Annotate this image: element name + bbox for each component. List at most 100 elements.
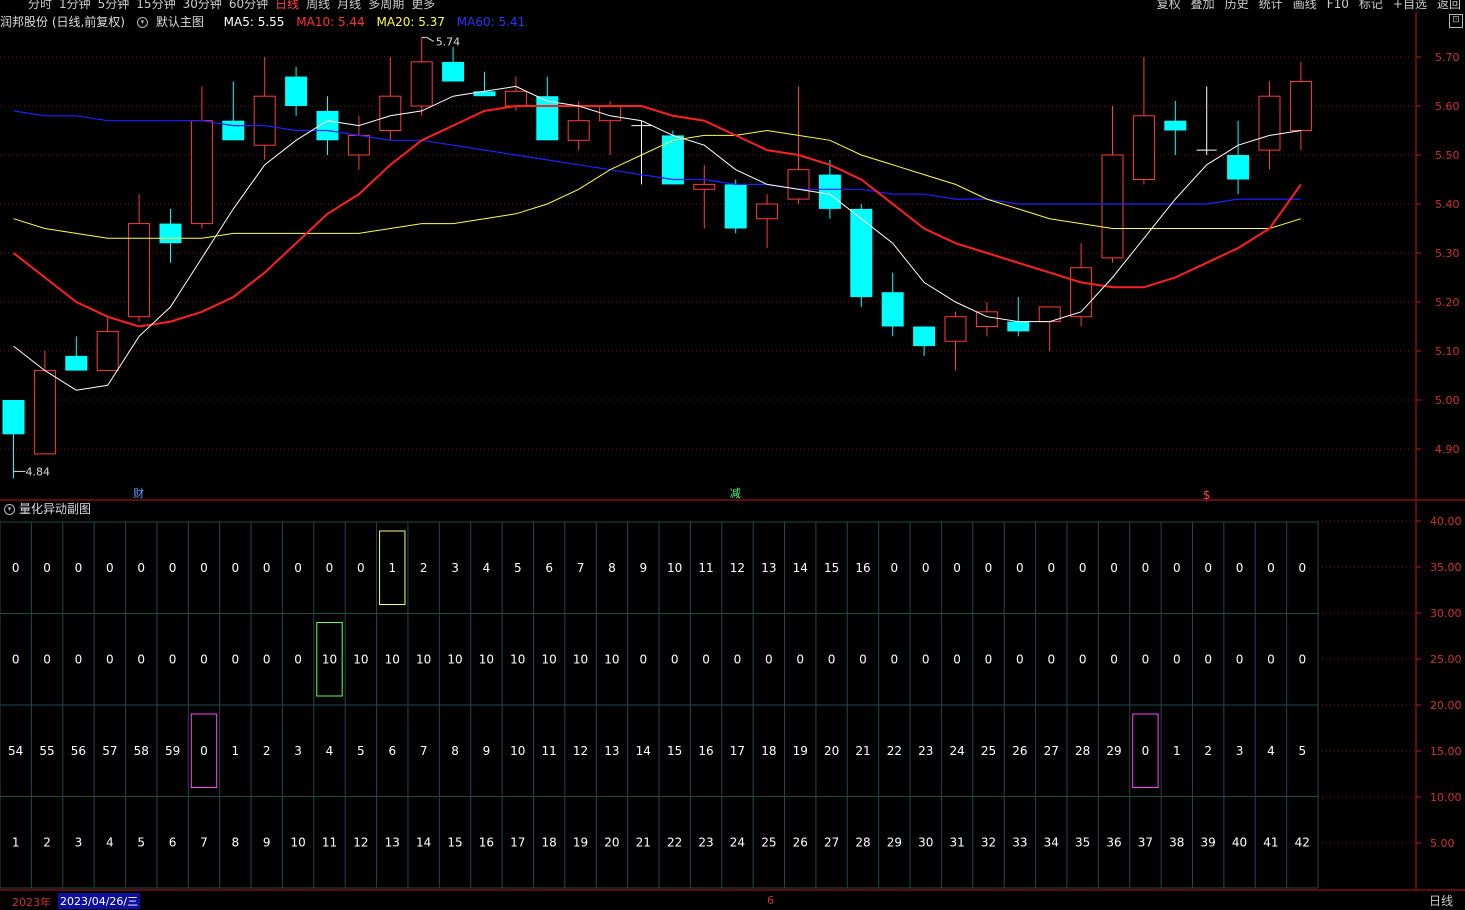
candle-body-up xyxy=(128,223,151,318)
table-cell-value: 28 xyxy=(1075,744,1090,758)
period-tab-9[interactable]: 多周期 xyxy=(368,0,404,10)
table-cell-value: 0 xyxy=(985,652,993,666)
period-tab-6[interactable]: 日线 xyxy=(275,0,299,10)
sub-tick-label: 30.00 xyxy=(1430,607,1462,620)
table-cell-value: 0 xyxy=(200,561,208,575)
table-cell-value: 2 xyxy=(1204,744,1212,758)
top-toolbar: 分时 1分钟 5分钟 15分钟 30分钟 60分钟 日线 周线 月线 多周期 更多 复权 叠加 历史 统计… xyxy=(0,0,1465,10)
table-cell-value: 16 xyxy=(479,835,494,849)
table-cell-value: 0 xyxy=(1204,652,1212,666)
candle-body-up xyxy=(693,183,716,190)
table-cell-value: 6 xyxy=(545,561,553,575)
toolbar-button-1[interactable]: 叠加 xyxy=(1191,0,1215,10)
table-cell-value: 0 xyxy=(891,561,899,575)
toolbar-button-7[interactable]: +自选 xyxy=(1393,0,1427,10)
table-cell-value: 3 xyxy=(294,744,302,758)
table-cell-value: 0 xyxy=(922,561,930,575)
table-cell-value: 35 xyxy=(1075,835,1090,849)
price-tick-label: 5.00 xyxy=(1435,394,1460,407)
table-cell-value: 1 xyxy=(232,744,240,758)
candle-body-down xyxy=(536,96,559,141)
candle-body-up xyxy=(410,61,433,107)
table-cell-value: 0 xyxy=(953,561,961,575)
table-cell-value: 0 xyxy=(43,561,51,575)
table-cell-value: 27 xyxy=(824,835,839,849)
table-cell-value: 0 xyxy=(106,652,114,666)
expand-icon[interactable]: ⊡ xyxy=(1449,14,1463,28)
table-cell-value: 14 xyxy=(416,835,431,849)
candle-body-down xyxy=(661,135,684,185)
period-tab-2[interactable]: 5分钟 xyxy=(98,0,130,10)
table-cell-value: 10 xyxy=(479,652,494,666)
period-tab-1[interactable]: 1分钟 xyxy=(59,0,91,10)
toolbar-button-8[interactable]: 返回 xyxy=(1437,0,1461,10)
sub-tick-label: 10.00 xyxy=(1430,791,1462,804)
sub-tick-label: 35.00 xyxy=(1430,561,1462,574)
table-cell-value: 0 xyxy=(75,561,83,575)
period-tab-5[interactable]: 60分钟 xyxy=(229,0,268,10)
table-cell-value: 21 xyxy=(636,835,651,849)
table-cell-value: 0 xyxy=(1110,561,1118,575)
table-cell-value: 0 xyxy=(1142,744,1150,758)
event-marker-cai: 财 xyxy=(133,486,144,500)
period-tab-10[interactable]: 更多 xyxy=(411,0,435,10)
table-cell-value: 10 xyxy=(290,835,305,849)
table-cell-value: 13 xyxy=(604,744,619,758)
table-cell-value: 0 xyxy=(1142,561,1150,575)
table-cell-value: 34 xyxy=(1044,835,1059,849)
toolbar-button-5[interactable]: F10 xyxy=(1327,0,1349,10)
toolbar-button-2[interactable]: 历史 xyxy=(1225,0,1249,10)
toolbar-button-4[interactable]: 画线 xyxy=(1293,0,1317,10)
table-cell-value: 0 xyxy=(1173,561,1181,575)
period-tab-3[interactable]: 15分钟 xyxy=(136,0,175,10)
sub-chart-title[interactable]: ▾ 量化异动副图 xyxy=(4,500,91,516)
table-cell-value: 20 xyxy=(604,835,619,849)
table-cell-value: 0 xyxy=(1142,652,1150,666)
toolbar-button-3[interactable]: 统计 xyxy=(1259,0,1283,10)
table-cell-value: 13 xyxy=(385,835,400,849)
period-tab-4[interactable]: 30分钟 xyxy=(183,0,222,10)
table-cell-value: 26 xyxy=(1012,744,1027,758)
table-cell-value: 9 xyxy=(263,835,271,849)
table-cell-value: 22 xyxy=(887,744,902,758)
table-cell-value: 0 xyxy=(1047,652,1055,666)
candle-body-down xyxy=(850,208,873,298)
table-cell-value: 0 xyxy=(75,652,83,666)
template-selector[interactable]: ▾ 默认主图 xyxy=(136,15,212,29)
candle-body-up xyxy=(975,311,998,327)
toolbar-button-6[interactable]: 标记 xyxy=(1359,0,1383,10)
quant-table: 0 0 0 0 0 0 0 0 0 0 0 0 1 2 3 4 5 6 7 8 9 10 11 12 13 14 15 16 0 0 0 0 0… xyxy=(0,521,1319,889)
table-cell-value: 0 xyxy=(169,652,177,666)
table-cell-value: 58 xyxy=(134,744,149,758)
table-cell-value: 14 xyxy=(636,744,651,758)
table-cell-value: 4 xyxy=(326,744,334,758)
period-tab-8[interactable]: 月线 xyxy=(337,0,361,10)
period-label: 日线 xyxy=(1428,894,1453,908)
table-cell-value: 0 xyxy=(985,561,993,575)
table-cell-value: 0 xyxy=(1173,652,1181,666)
table-cell-value: 40 xyxy=(1232,835,1247,849)
candle-body-up xyxy=(1289,81,1312,131)
table-cell-value: 0 xyxy=(263,652,271,666)
cursor-date: 2023/04/26/三 xyxy=(58,893,141,909)
table-cell-value: 24 xyxy=(730,835,745,849)
table-cell-value: 1 xyxy=(1173,744,1181,758)
table-cell-value: 0 xyxy=(1236,561,1244,575)
chart-canvas[interactable]: 5.70 5.60 5.50 5.40 5.30 5.20 5.10 5.00 4.90 5.74… xyxy=(0,0,1465,906)
table-cell-value: 10 xyxy=(385,652,400,666)
table-cell-value: 11 xyxy=(322,835,337,849)
candle-body-down xyxy=(65,355,88,371)
table-cell-value: 18 xyxy=(542,835,557,849)
candle-body-up xyxy=(253,95,276,146)
period-tab-0[interactable]: 分时 xyxy=(28,0,52,10)
period-tab-7[interactable]: 周线 xyxy=(306,0,330,10)
ma60-legend: MA60: 5.41 xyxy=(456,15,526,29)
table-cell-value: 0 xyxy=(891,652,899,666)
table-cell-value: 32 xyxy=(981,835,996,849)
toolbar-button-0[interactable]: 复权 xyxy=(1157,0,1181,10)
table-cell-value: 4 xyxy=(483,561,491,575)
table-cell-value: 1 xyxy=(388,561,396,575)
table-cell-value: 0 xyxy=(734,652,742,666)
table-cell-value: 39 xyxy=(1201,835,1216,849)
table-cell-value: 0 xyxy=(232,652,240,666)
